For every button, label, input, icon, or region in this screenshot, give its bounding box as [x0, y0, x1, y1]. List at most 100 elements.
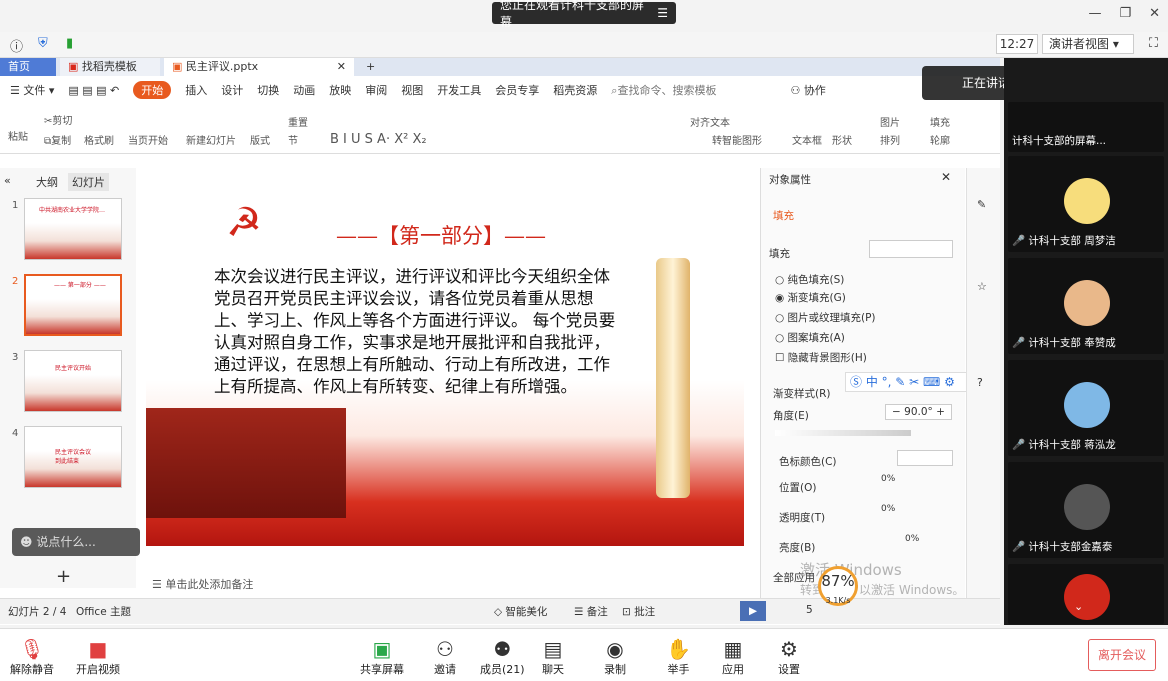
slide-thumbnail-2[interactable]: —— 第一部分 ——: [24, 274, 122, 336]
menu-developer[interactable]: 开发工具: [437, 82, 481, 98]
menu-insert[interactable]: 插入: [185, 82, 207, 98]
radio-solid-fill[interactable]: ○ 纯色填充(S): [775, 272, 844, 287]
slide-thumbnail-3[interactable]: 民主评议开始: [24, 350, 122, 412]
chat-button[interactable]: ▤ 聊天: [542, 637, 564, 677]
menu-file[interactable]: ☰ 文件 ▾: [10, 82, 54, 98]
brightness-label: 亮度(B): [779, 542, 816, 554]
start-video-button[interactable]: ■ 开启视频: [76, 637, 120, 677]
quick-tools-icon[interactable]: ▤ ▤ ▤ ↶: [68, 84, 119, 97]
comments-button[interactable]: ⊡ 批注: [622, 604, 655, 619]
close-icon[interactable]: ✕: [1149, 6, 1160, 21]
play-button[interactable]: ▶: [740, 601, 766, 621]
radio-pattern-fill[interactable]: ○ 图案填充(A): [775, 330, 845, 345]
invite-button[interactable]: ⚇ 邀请: [434, 637, 456, 677]
copy-button[interactable]: ⧉复制: [44, 132, 71, 147]
participant-tile[interactable]: 🎤 计科十支部 蒋泓龙: [1008, 360, 1164, 456]
menu-start[interactable]: 开始: [133, 81, 172, 99]
menu-slideshow[interactable]: 放映: [329, 82, 351, 98]
collab-button[interactable]: ⚇ 协作: [790, 82, 825, 98]
apps-button[interactable]: ▦ 应用: [722, 637, 744, 677]
settings-button[interactable]: ⚙ 设置: [778, 637, 800, 677]
participant-tile[interactable]: ⌄: [1008, 564, 1164, 624]
reset-button[interactable]: 重置: [288, 114, 308, 129]
section-button[interactable]: 节: [288, 132, 298, 147]
raise-hand-button[interactable]: ✋ 举手: [666, 637, 691, 677]
close-icon[interactable]: ✕: [941, 170, 951, 184]
outline-button[interactable]: 轮廓: [930, 132, 950, 147]
camera-off-icon: ■: [88, 637, 108, 661]
menu-design[interactable]: 设计: [221, 82, 243, 98]
participant-tile[interactable]: 🎤 计科十支部金嘉泰: [1008, 462, 1164, 558]
tab-home[interactable]: 首页: [0, 58, 56, 76]
gradient-style-label: 渐变样式(R): [773, 388, 831, 400]
restore-icon[interactable]: ❐: [1119, 6, 1131, 21]
search-command[interactable]: ⌕查找命令、搜索模板: [611, 82, 716, 98]
shape-button[interactable]: 形状: [832, 132, 852, 147]
notes-button[interactable]: ☰ 备注: [574, 604, 608, 619]
share-screen-button[interactable]: ▣ 共享屏幕: [360, 637, 404, 677]
info-icon[interactable]: ⓘ: [10, 36, 23, 55]
menu-view[interactable]: 视图: [401, 82, 423, 98]
paste-button[interactable]: 粘贴: [8, 128, 28, 143]
shield-icon[interactable]: ⛨: [38, 36, 48, 51]
angle-input[interactable]: − 90.0° +: [885, 404, 952, 420]
new-slide-button[interactable]: 新建幻灯片: [186, 132, 236, 147]
view-mode-dropdown[interactable]: 演讲者视图 ▾: [1042, 34, 1134, 54]
cut-button[interactable]: ✂剪切: [44, 112, 72, 127]
minimize-icon[interactable]: —: [1088, 6, 1101, 21]
smart-beautify-button[interactable]: ◇ 智能美化: [494, 604, 547, 619]
hide-bg-checkbox[interactable]: ☐ 隐藏背景图形(H): [775, 350, 867, 365]
menu-animation[interactable]: 动画: [293, 82, 315, 98]
chat-icon: ▤: [543, 637, 563, 661]
slide-thumbnail-4[interactable]: 民主评议会议 到此结束: [24, 426, 122, 488]
tab-slides[interactable]: 幻灯片: [68, 173, 109, 191]
transparency-value[interactable]: 0%: [881, 504, 895, 514]
chevron-down-icon[interactable]: ⌄: [1074, 600, 1083, 613]
record-button[interactable]: ◉ 录制: [604, 637, 626, 677]
new-tab-icon[interactable]: +: [358, 58, 383, 76]
smart-shape-button[interactable]: 转智能图形: [712, 132, 762, 147]
unmute-button[interactable]: 🎙 解除静音: [10, 637, 54, 677]
help-icon[interactable]: ?: [977, 376, 983, 389]
format-painter-button[interactable]: 格式刷: [84, 132, 114, 147]
tab-fill[interactable]: 填充: [773, 208, 794, 223]
tab-template[interactable]: ▣ 找稻壳模板: [60, 58, 160, 76]
color-stop-dropdown[interactable]: [897, 450, 953, 466]
tab-outline[interactable]: 大纲: [36, 174, 58, 190]
star-icon[interactable]: ☆: [977, 280, 987, 293]
style-icon[interactable]: ✎: [977, 198, 986, 211]
tab-pptx[interactable]: ▣ 民主评议.pptx ✕: [164, 58, 354, 76]
radio-picture-fill[interactable]: ○ 图片或纹理填充(P): [775, 310, 876, 325]
participant-tile[interactable]: 🎤 计科十支部 周梦洁: [1008, 156, 1164, 252]
menu-resources[interactable]: 稻壳资源: [553, 82, 597, 98]
leave-meeting-button[interactable]: 离开会议: [1088, 639, 1156, 671]
textbox-button[interactable]: 文本框: [792, 132, 822, 147]
menu-transition[interactable]: 切换: [257, 82, 279, 98]
position-value[interactable]: 0%: [881, 474, 895, 484]
menu-review[interactable]: 审阅: [365, 82, 387, 98]
arrange-button[interactable]: 排列: [880, 132, 900, 147]
participant-tile[interactable]: 🎤 计科十支部 奉赞成: [1008, 258, 1164, 354]
chat-input[interactable]: ☻ 说点什么...: [12, 528, 140, 556]
collapse-icon[interactable]: «: [4, 174, 11, 187]
fill-button[interactable]: 填充: [930, 114, 950, 129]
mic-off-icon: 🎙: [19, 637, 45, 661]
start-current-button[interactable]: 当页开始: [128, 132, 168, 147]
fill-color-dropdown[interactable]: [869, 240, 953, 258]
brightness-value[interactable]: 0%: [905, 534, 919, 544]
radio-gradient-fill[interactable]: ◉ 渐变填充(G): [775, 290, 846, 305]
notes-field[interactable]: ☰ 单击此处添加备注: [152, 576, 253, 592]
font-style-buttons[interactable]: B I U S A· X² X₂: [330, 132, 427, 147]
gradient-bar[interactable]: [775, 430, 911, 436]
add-slide-icon[interactable]: +: [56, 566, 71, 587]
align-text-button[interactable]: 对齐文本: [690, 114, 730, 129]
participant-tile[interactable]: 计科十支部的屏幕...: [1008, 102, 1164, 152]
picture-button[interactable]: 图片: [880, 114, 900, 129]
signal-icon[interactable]: ▮: [66, 36, 73, 51]
members-button[interactable]: ⚉ 成员(21): [480, 637, 525, 677]
layout-button[interactable]: 版式: [250, 132, 270, 147]
fullscreen-icon[interactable]: ⛶: [1149, 36, 1158, 51]
menu-member[interactable]: 会员专享: [495, 82, 539, 98]
slide-thumbnail-1[interactable]: 中共湖南农业大学学院…: [24, 198, 122, 260]
menu-icon[interactable]: ☰: [657, 6, 668, 20]
